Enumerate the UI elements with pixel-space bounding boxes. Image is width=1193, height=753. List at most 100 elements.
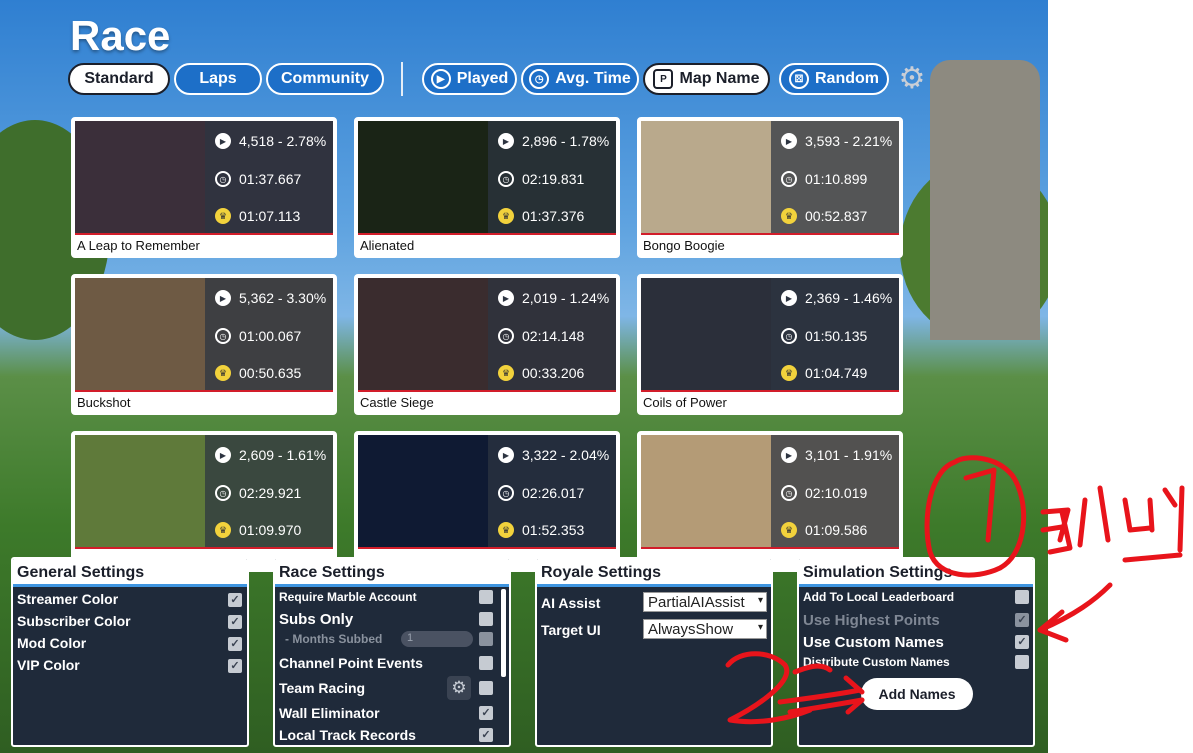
avg-time-value: 02:14.148 xyxy=(522,328,585,344)
card-divider xyxy=(641,547,899,549)
card-divider xyxy=(358,390,616,392)
avg-time-value: 01:37.667 xyxy=(239,171,302,187)
play-circle-icon: ▶ xyxy=(498,133,514,149)
track-name: Coils of Power xyxy=(643,395,727,410)
panel-title: Race Settings xyxy=(275,559,509,587)
setting-local-track-records: Local Track Records xyxy=(279,727,416,743)
chevron-down-icon: ▾ xyxy=(757,595,763,606)
add-names-button[interactable]: Add Names xyxy=(861,678,973,710)
select-value: AlwaysShow xyxy=(648,621,734,638)
best-time-stat: ♛ 00:50.635 xyxy=(215,365,301,381)
plays-value: 3,322 - 2.04% xyxy=(522,447,610,463)
avg-time-stat: ◷ 02:10.019 xyxy=(781,485,867,501)
clock-icon: ◷ xyxy=(781,328,797,344)
checkbox[interactable] xyxy=(479,632,493,646)
checkbox[interactable] xyxy=(479,656,493,670)
best-time-value: 01:07.113 xyxy=(239,208,301,224)
ai-assist-select[interactable]: PartialAIAssist ▾ xyxy=(643,592,767,612)
checkbox[interactable] xyxy=(479,681,493,695)
scrollbar[interactable] xyxy=(501,589,506,677)
general-settings-panel: General Settings Streamer Color ✓ Subscri… xyxy=(11,557,249,747)
crown-icon: ♛ xyxy=(215,208,231,224)
background-castle xyxy=(930,60,1040,340)
annotation-arrow-1 xyxy=(1037,582,1113,633)
best-time-value: 00:52.837 xyxy=(805,208,868,224)
plays-value: 2,369 - 1.46% xyxy=(805,290,893,306)
track-stats: ▶ 5,362 - 3.30% ◷ 01:00.067 ♛ 00:50.635 xyxy=(205,278,333,390)
sort-map-name-button[interactable]: P Map Name xyxy=(643,63,770,95)
checkbox[interactable]: ✓ xyxy=(479,706,493,720)
filter-community[interactable]: Community xyxy=(266,63,384,95)
best-time-value: 01:09.970 xyxy=(239,522,302,538)
checkbox[interactable] xyxy=(1015,590,1029,604)
plays-stat: ▶ 3,101 - 1.91% xyxy=(781,447,892,463)
track-name: Bongo Boogie xyxy=(643,238,725,253)
plays-value: 3,593 - 2.21% xyxy=(805,133,893,149)
track-card[interactable]: ▶ 2,609 - 1.61% ◷ 02:29.921 ♛ 01:09.970 xyxy=(71,431,337,572)
clock-icon: ◷ xyxy=(215,485,231,501)
track-card[interactable]: ▶ 4,518 - 2.78% ◷ 01:37.667 ♛ 01:07.113 A Leap… xyxy=(71,117,337,258)
best-time-value: 00:50.635 xyxy=(239,365,302,381)
best-time-stat: ♛ 00:33.206 xyxy=(498,365,584,381)
setting-subs-only: Subs Only xyxy=(279,611,354,628)
track-card[interactable]: ▶ 2,896 - 1.78% ◷ 02:19.831 ♛ 01:37.376 Aliena… xyxy=(354,117,620,258)
page-title: Race xyxy=(70,12,171,59)
avg-time-stat: ◷ 02:19.831 xyxy=(498,171,584,187)
gear-icon[interactable]: ⚙ xyxy=(895,62,929,96)
avg-time-stat: ◷ 02:14.148 xyxy=(498,328,584,344)
play-circle-icon: ▶ xyxy=(215,290,231,306)
checkbox[interactable]: ✓ xyxy=(228,659,242,673)
filter-standard[interactable]: Standard xyxy=(68,63,170,95)
setting-team-racing: Team Racing xyxy=(279,680,366,696)
checkbox[interactable] xyxy=(479,612,493,626)
checkbox[interactable]: ✓ xyxy=(479,728,493,742)
sort-label: Random xyxy=(815,70,879,87)
map-name-icon: P xyxy=(653,69,674,89)
crown-icon: ♛ xyxy=(781,365,797,381)
play-circle-icon: ▶ xyxy=(430,69,451,89)
setting-streamer-color: Streamer Color xyxy=(17,591,119,607)
filter-laps[interactable]: Laps xyxy=(174,63,262,95)
checkbox[interactable]: ✓ xyxy=(1015,613,1029,627)
checkbox[interactable]: ✓ xyxy=(1015,635,1029,649)
track-card[interactable]: ▶ 3,593 - 2.21% ◷ 01:10.899 ♛ 00:52.837 Bongo … xyxy=(637,117,903,258)
crown-icon: ♛ xyxy=(215,522,231,538)
track-stats: ▶ 2,896 - 1.78% ◷ 02:19.831 ♛ 01:37.376 xyxy=(488,121,616,233)
checkbox[interactable]: ✓ xyxy=(228,637,242,651)
best-time-stat: ♛ 01:07.113 xyxy=(215,208,300,224)
plays-value: 5,362 - 3.30% xyxy=(239,290,327,306)
filter-label: Laps xyxy=(199,70,237,87)
checkbox[interactable] xyxy=(1015,655,1029,669)
track-card[interactable]: ▶ 2,369 - 1.46% ◷ 01:50.135 ♛ 01:04.749 Coils … xyxy=(637,274,903,415)
track-card[interactable]: ▶ 5,362 - 3.30% ◷ 01:00.067 ♛ 00:50.635 Bucksh… xyxy=(71,274,337,415)
best-time-stat: ♛ 01:37.376 xyxy=(498,208,584,224)
checkbox[interactable] xyxy=(479,590,493,604)
avg-time-stat: ◷ 01:10.899 xyxy=(781,171,867,187)
checkbox[interactable]: ✓ xyxy=(228,615,242,629)
sort-avg-time-button[interactable]: ◷ Avg. Time xyxy=(521,63,639,95)
months-subbed-input[interactable]: 1 xyxy=(401,631,473,647)
plays-value: 4,518 - 2.78% xyxy=(239,133,327,149)
gear-icon[interactable]: ⚙ xyxy=(447,676,471,700)
plays-value: 2,609 - 1.61% xyxy=(239,447,327,463)
clock-icon: ◷ xyxy=(781,171,797,187)
avg-time-stat: ◷ 02:29.921 xyxy=(215,485,301,501)
panel-title: General Settings xyxy=(13,559,247,587)
sort-played-button[interactable]: ▶ Played xyxy=(422,63,517,95)
checkbox[interactable]: ✓ xyxy=(228,593,242,607)
track-card[interactable]: ▶ 3,322 - 2.04% ◷ 02:26.017 ♛ 01:52.353 xyxy=(354,431,620,572)
avg-time-value: 01:10.899 xyxy=(805,171,868,187)
crown-icon: ♛ xyxy=(781,208,797,224)
track-card[interactable]: ▶ 3,101 - 1.91% ◷ 02:10.019 ♛ 01:09.586 xyxy=(637,431,903,572)
best-time-stat: ♛ 01:09.586 xyxy=(781,522,867,538)
sort-random-button[interactable]: ⚄ Random xyxy=(779,63,889,95)
crown-icon: ♛ xyxy=(215,365,231,381)
target-ui-select[interactable]: AlwaysShow ▾ xyxy=(643,619,767,639)
track-card[interactable]: ▶ 2,019 - 1.24% ◷ 02:14.148 ♛ 00:33.206 Castle… xyxy=(354,274,620,415)
best-time-stat: ♛ 01:52.353 xyxy=(498,522,584,538)
best-time-stat: ♛ 00:52.837 xyxy=(781,208,867,224)
crown-icon: ♛ xyxy=(781,522,797,538)
game-screen: Race Standard Laps Community ▶ Played ◷ Av… xyxy=(0,0,1048,753)
setting-require-marble-account: Require Marble Account xyxy=(279,590,417,604)
clock-icon: ◷ xyxy=(529,69,550,89)
